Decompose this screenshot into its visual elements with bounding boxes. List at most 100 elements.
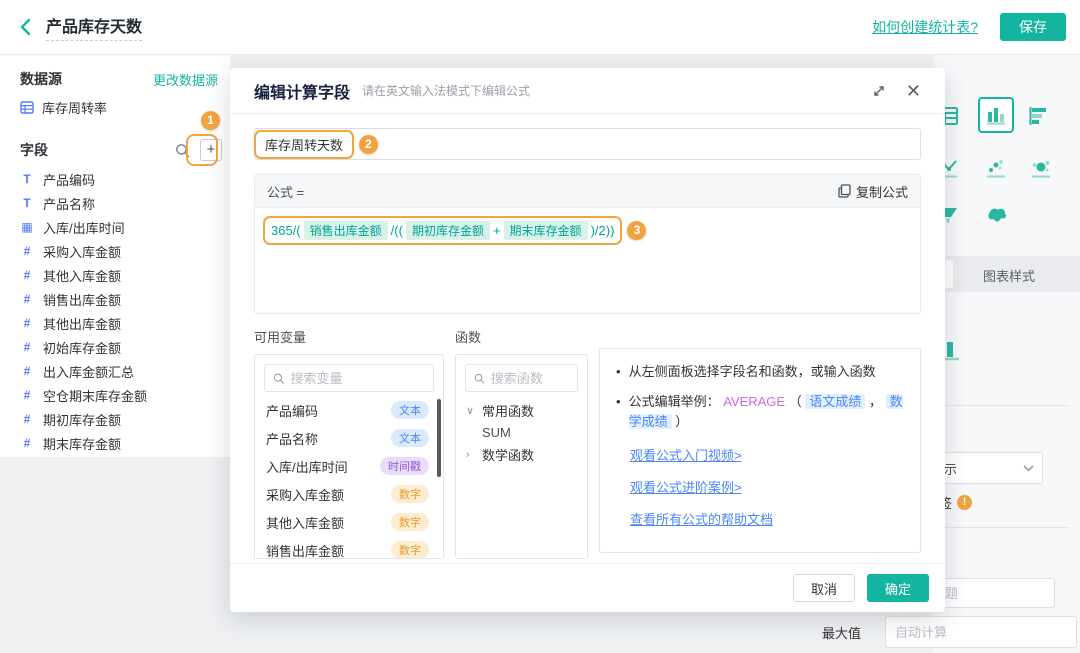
copy-formula-button[interactable]: 复制公式 [838,182,908,201]
variable-name: 采购入库金额 [266,487,345,503]
sidebar-field[interactable]: T 产品编码 [20,167,224,191]
variables-search-input[interactable] [290,370,425,386]
add-field-button[interactable]: + [200,139,222,161]
modal-subtitle: 请在英文输入法模式下编辑公式 [362,84,531,98]
sidebar-field[interactable]: ▦ 入库/出库时间 [20,215,224,239]
field-name-value: 库存周转天数 [265,137,344,153]
sidebar-field[interactable]: # 期初库存金额 [20,407,224,431]
annotation-badge-2: 2 [359,134,379,154]
expand-icon[interactable] [872,84,886,98]
scatter-chart-icon[interactable] [985,157,1007,179]
sidebar-field[interactable]: # 销售出库金额 [20,287,224,311]
variables-list: 产品编码 文本 产品名称 文本 入库/出库时间 时间戳 采购入库金额 数字 其他入库金额 数字 销售… [255,396,443,559]
variable-type-badge: 数字 [391,541,429,558]
copy-formula-label: 复制公式 [855,184,908,200]
chevron-down-icon: ∨ [466,405,475,417]
variable-item[interactable]: 销售出库金额 数字 [255,536,443,559]
field-label: 空仓期末库存金额 [43,388,148,404]
annotation-outline-formula: 365/(销售出库金额/((期初库存金额 + 期末库存金额)/2)) [263,216,623,245]
map-chart-icon[interactable] [985,205,1009,227]
edit-calc-field-modal: 编辑计算字段 请在英文输入法模式下编辑公式 ✕ 库存周转天数 2 公式 = 复制… [230,68,945,612]
top-bar: 产品库存天数 如何创建统计表? 保存 [0,0,1080,55]
formula-text: + [492,223,501,238]
function-group[interactable]: › 数学函数 [456,440,587,464]
copy-icon [838,184,851,198]
number-field-icon: # [23,436,31,450]
formula-label: 公式 = [267,184,305,200]
max-value-input[interactable] [885,616,1077,648]
variables-search[interactable] [264,364,434,392]
scrollbar-thumb[interactable] [437,399,441,477]
search-icon [474,373,485,383]
sidebar-field[interactable]: # 初始库存金额 [20,335,224,359]
variable-name: 产品编码 [266,403,319,419]
sidebar-field[interactable]: # 其他出库金额 [20,311,224,335]
sidebar-field[interactable]: # 期末库存金额 [20,431,224,455]
table-icon [20,101,34,114]
confirm-button[interactable]: 确定 [867,574,929,602]
divider [943,405,1070,406]
divider [943,527,1070,528]
formula-help-panel: • 从左侧面板选择字段名和函数，或输入函数 • 公式编辑举例： AVERAGE … [599,348,921,553]
function-group[interactable]: ∨ 常用函数 [456,396,587,420]
sidebar-field[interactable]: # 采购入库金额 [20,239,224,263]
change-datasource-link[interactable]: 更改数据源 [153,70,218,89]
close-icon[interactable]: ✕ [906,82,921,100]
formula-editor[interactable]: 365/(销售出库金额/((期初库存金额 + 期末库存金额)/2)) 3 [255,208,920,313]
save-button[interactable]: 保存 [1000,13,1066,41]
sidebar-field[interactable]: # 出入库金额汇总 [20,359,224,383]
field-label: 其他出库金额 [43,316,122,332]
variable-name: 销售出库金额 [266,543,345,559]
search-icon[interactable] [175,143,190,158]
functions-search-input[interactable] [490,370,569,386]
bubble-chart-icon[interactable] [1030,157,1052,179]
variable-item[interactable]: 其他入库金额 数字 [255,508,443,536]
text-field-icon: T [23,172,31,186]
date-field-icon: ▦ [21,220,33,234]
how-to-create-link[interactable]: 如何创建统计表? [872,17,978,37]
variable-item[interactable]: 入库/出库时间 时间戳 [255,452,443,480]
help-link[interactable]: 观看公式入门视频> [630,445,904,464]
variable-item[interactable]: 采购入库金额 数字 [255,480,443,508]
help-links: 观看公式入门视频> 观看公式进阶案例> 查看所有公式的帮助文档 [630,445,904,528]
field-label: 产品名称 [43,196,96,212]
horizontal-bar-chart-icon[interactable] [1028,105,1050,127]
sidebar-field[interactable]: # 其他入库金额 [20,263,224,287]
functions-panel: ∨ 常用函数SUM › 数学函数 [455,354,588,559]
functions-label: 函数 [455,330,482,345]
title-input-partial[interactable] [935,578,1055,608]
bullet: • [616,394,621,409]
field-label: 初始库存金额 [43,340,122,356]
left-sidebar: 数据源 更改数据源 库存周转率 字段 + 1 T 产品编码 T 产品名称 ▦ 入库/出库时… [0,55,230,457]
back-icon[interactable] [18,18,34,36]
sidebar-field[interactable]: T 产品名称 [20,191,224,215]
function-item[interactable]: SUM [456,420,587,440]
variable-type-badge: 文本 [391,429,429,447]
field-name-input[interactable]: 库存周转天数 2 [254,128,921,160]
number-field-icon: # [23,388,31,402]
help-link[interactable]: 查看所有公式的帮助文档 [630,509,904,528]
chart-config-panel: 图表样式 示 签 ! [933,55,1080,653]
bar-chart-icon-selected[interactable] [978,97,1014,133]
variable-item[interactable]: 产品名称 文本 [255,424,443,452]
sidebar-field[interactable]: # 空仓期末库存金额 [20,383,224,407]
cancel-button[interactable]: 取消 [793,574,855,602]
display-select[interactable]: 示 [935,452,1043,484]
chevron-down-icon [1023,464,1034,472]
field-label: 期末库存金额 [43,436,122,452]
functions-search[interactable] [465,364,578,392]
number-field-icon: # [23,292,31,306]
variables-panel: 产品编码文本产品名称文本入库/出库时间时间戳采购入库金额数字其他入库金额数字销售… [254,354,444,559]
search-icon [273,373,285,384]
tab-chart-style[interactable]: 图表样式 [983,266,1035,285]
variable-type-badge: 文本 [391,401,429,419]
datasource-item[interactable]: 库存周转率 [20,98,107,117]
variable-item[interactable]: 产品编码 文本 [255,396,443,424]
help-link[interactable]: 观看公式进阶案例> [630,477,904,496]
variables-label: 可用变量 [254,330,307,345]
variable-name: 入库/出库时间 [266,459,348,475]
field-label: 其他入库金额 [43,268,122,284]
field-list: T 产品编码 T 产品名称 ▦ 入库/出库时间 # 采购入库金额 # 其他入库金额 # 销售出库金额 #… [20,167,224,455]
variable-name: 产品名称 [266,431,319,447]
variable-type-badge: 时间戳 [380,457,429,475]
